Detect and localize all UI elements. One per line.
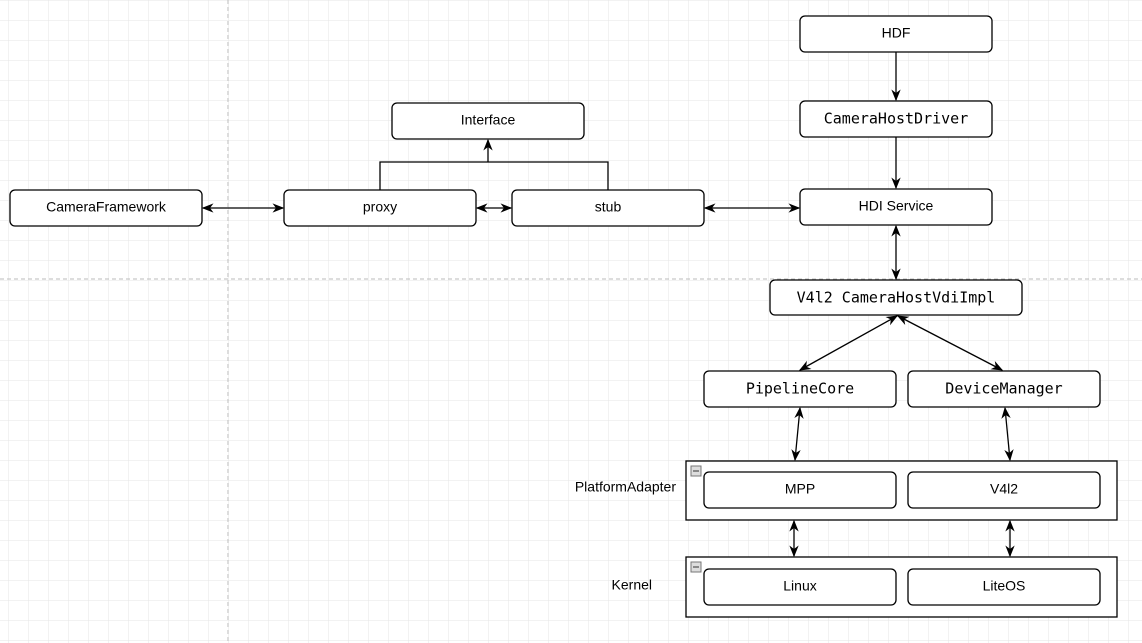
- node-label: HDF: [882, 25, 911, 41]
- node-label: V4l2: [990, 481, 1018, 497]
- diagram-canvas: PlatformAdapter Kernel HDF CameraHostDri…: [0, 0, 1142, 643]
- node-camera-host-driver[interactable]: CameraHostDriver: [799, 100, 993, 138]
- node-camera-framework[interactable]: CameraFramework: [9, 189, 203, 227]
- node-hdi-service[interactable]: HDI Service: [799, 188, 993, 226]
- node-label: LiteOS: [983, 578, 1026, 594]
- node-label: Linux: [783, 578, 816, 594]
- node-proxy[interactable]: proxy: [283, 189, 477, 227]
- node-label: stub: [595, 199, 622, 215]
- node-linux[interactable]: Linux: [703, 568, 897, 606]
- kernel-label: Kernel: [612, 577, 652, 593]
- grid-background: [0, 0, 1142, 643]
- node-liteos[interactable]: LiteOS: [907, 568, 1101, 606]
- node-label: DeviceManager: [945, 380, 1062, 398]
- node-pipeline-core[interactable]: PipelineCore: [703, 370, 897, 408]
- node-label: HDI Service: [859, 198, 934, 214]
- node-stub[interactable]: stub: [511, 189, 705, 227]
- node-label: MPP: [785, 481, 815, 497]
- node-vdi-impl[interactable]: V4l2 CameraHostVdiImpl: [769, 279, 1023, 316]
- node-label: proxy: [363, 199, 397, 215]
- node-label: V4l2 CameraHostVdiImpl: [797, 289, 996, 307]
- node-interface[interactable]: Interface: [391, 102, 585, 140]
- node-mpp[interactable]: MPP: [703, 471, 897, 509]
- node-device-manager[interactable]: DeviceManager: [907, 370, 1101, 408]
- node-label: Interface: [461, 112, 516, 128]
- node-v4l2[interactable]: V4l2: [907, 471, 1101, 509]
- node-label: CameraHostDriver: [824, 110, 969, 128]
- platform-adapter-label: PlatformAdapter: [575, 479, 676, 495]
- node-label: CameraFramework: [46, 199, 167, 215]
- node-label: PipelineCore: [746, 380, 854, 398]
- node-hdf[interactable]: HDF: [799, 15, 993, 53]
